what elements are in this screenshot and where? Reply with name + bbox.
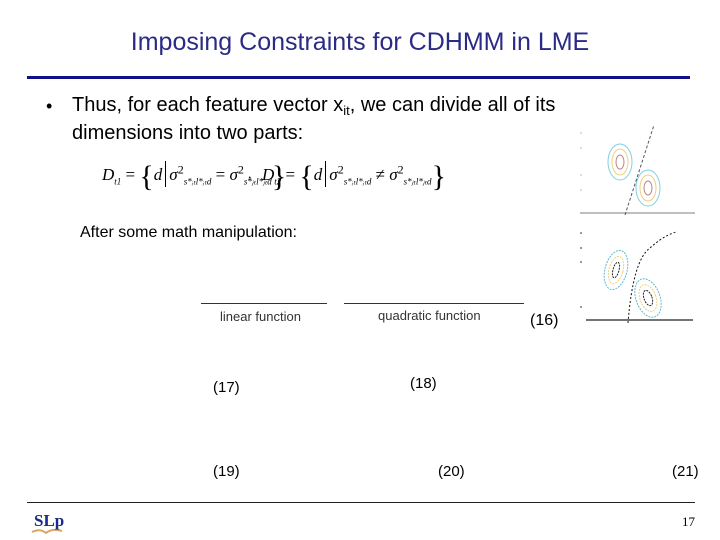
variable: d bbox=[313, 165, 323, 184]
power: 2 bbox=[337, 162, 344, 177]
after-manipulation-text: After some math manipulation: bbox=[80, 224, 297, 241]
linear-function-label: linear function bbox=[220, 309, 301, 324]
bullet-text-part1: Thus, for each feature vector x bbox=[72, 94, 344, 116]
set-name: D bbox=[102, 165, 115, 184]
y-axis-ticks bbox=[580, 232, 582, 308]
cluster-2 bbox=[634, 278, 662, 318]
contour-inner bbox=[615, 154, 625, 170]
sigma: σ bbox=[229, 165, 238, 184]
set-subscript: t2 bbox=[274, 176, 282, 187]
equation-number-17: (17) bbox=[213, 379, 240, 396]
set-definition-dt1: Dt1 = {d σ2s*ᵢₜl*ᵢₜd = σ2s*ⱼₜl*ⱼₜd} bbox=[102, 160, 286, 194]
set-separator: , bbox=[248, 167, 252, 182]
quadratic-decision-boundary bbox=[627, 231, 677, 324]
footer-divider bbox=[27, 502, 695, 503]
contour-inner bbox=[643, 180, 653, 196]
relation: = bbox=[215, 165, 226, 184]
cluster-1 bbox=[603, 249, 629, 291]
contour-inner bbox=[611, 261, 621, 279]
quadratic-function-label: quadratic function bbox=[378, 308, 481, 323]
equation-number-18: (18) bbox=[410, 375, 437, 392]
contour-mid bbox=[639, 174, 657, 202]
power: 2 bbox=[177, 162, 184, 177]
open-brace: { bbox=[299, 160, 314, 193]
such-that-bar bbox=[165, 161, 167, 187]
bullet-text-part2: , we can divide all of its bbox=[349, 94, 556, 116]
quadratic-boundary-figure bbox=[580, 231, 693, 324]
open-brace: { bbox=[139, 160, 154, 193]
logo-swoosh bbox=[31, 528, 63, 535]
set-definition-dt2: Dt2 = {d σ2s*ᵢₜl*ᵢₜd ≠ σ2s*ⱼₜl*ⱼₜd} bbox=[262, 160, 446, 194]
equation-number-21: (21) bbox=[672, 463, 699, 480]
y-axis-ticks bbox=[580, 132, 582, 191]
power: 2 bbox=[397, 162, 404, 177]
cluster-1 bbox=[607, 143, 633, 181]
contour-mid bbox=[638, 284, 658, 312]
contour-outer bbox=[603, 249, 629, 291]
slide-title: Imposing Constraints for CDHMM in LME bbox=[130, 28, 590, 56]
such-that-bar bbox=[325, 161, 327, 187]
contour-mid bbox=[611, 148, 629, 176]
linear-boundary-figure bbox=[580, 125, 695, 215]
page-number: 17 bbox=[682, 514, 695, 529]
power: 2 bbox=[237, 162, 244, 177]
set-name: D bbox=[262, 165, 275, 184]
title-divider bbox=[27, 76, 690, 79]
contour-outer bbox=[634, 278, 662, 318]
sigma: σ bbox=[389, 165, 398, 184]
bullet-text-line2: dimensions into two parts: bbox=[72, 122, 304, 144]
linear-underbrace bbox=[201, 303, 327, 304]
bullet-icon: • bbox=[46, 96, 53, 116]
equals-sign: = bbox=[285, 165, 296, 184]
left-subscript: s*ᵢₜl*ᵢₜd bbox=[343, 176, 372, 187]
set-subscript: t1 bbox=[114, 176, 122, 187]
equation-number-16: (16) bbox=[530, 312, 559, 329]
equation-number-20: (20) bbox=[438, 463, 465, 480]
bullet-text: Thus, for each feature vector xit, we ca… bbox=[72, 91, 592, 147]
logo-text: SLp bbox=[34, 511, 64, 530]
quadratic-underbrace bbox=[344, 303, 524, 304]
left-subscript: s*ᵢₜl*ᵢₜd bbox=[183, 176, 212, 187]
slp-logo-icon: SLp bbox=[31, 511, 64, 535]
equation-number-19: (19) bbox=[213, 463, 240, 480]
sigma: σ bbox=[169, 165, 178, 184]
relation: ≠ bbox=[375, 165, 385, 184]
close-brace: } bbox=[431, 160, 446, 193]
equals-sign: = bbox=[125, 165, 136, 184]
right-subscript: s*ⱼₜl*ⱼₜd bbox=[403, 176, 432, 187]
sigma: σ bbox=[329, 165, 338, 184]
cluster-2 bbox=[635, 169, 661, 207]
variable: d bbox=[153, 165, 163, 184]
contour-inner bbox=[642, 289, 654, 307]
